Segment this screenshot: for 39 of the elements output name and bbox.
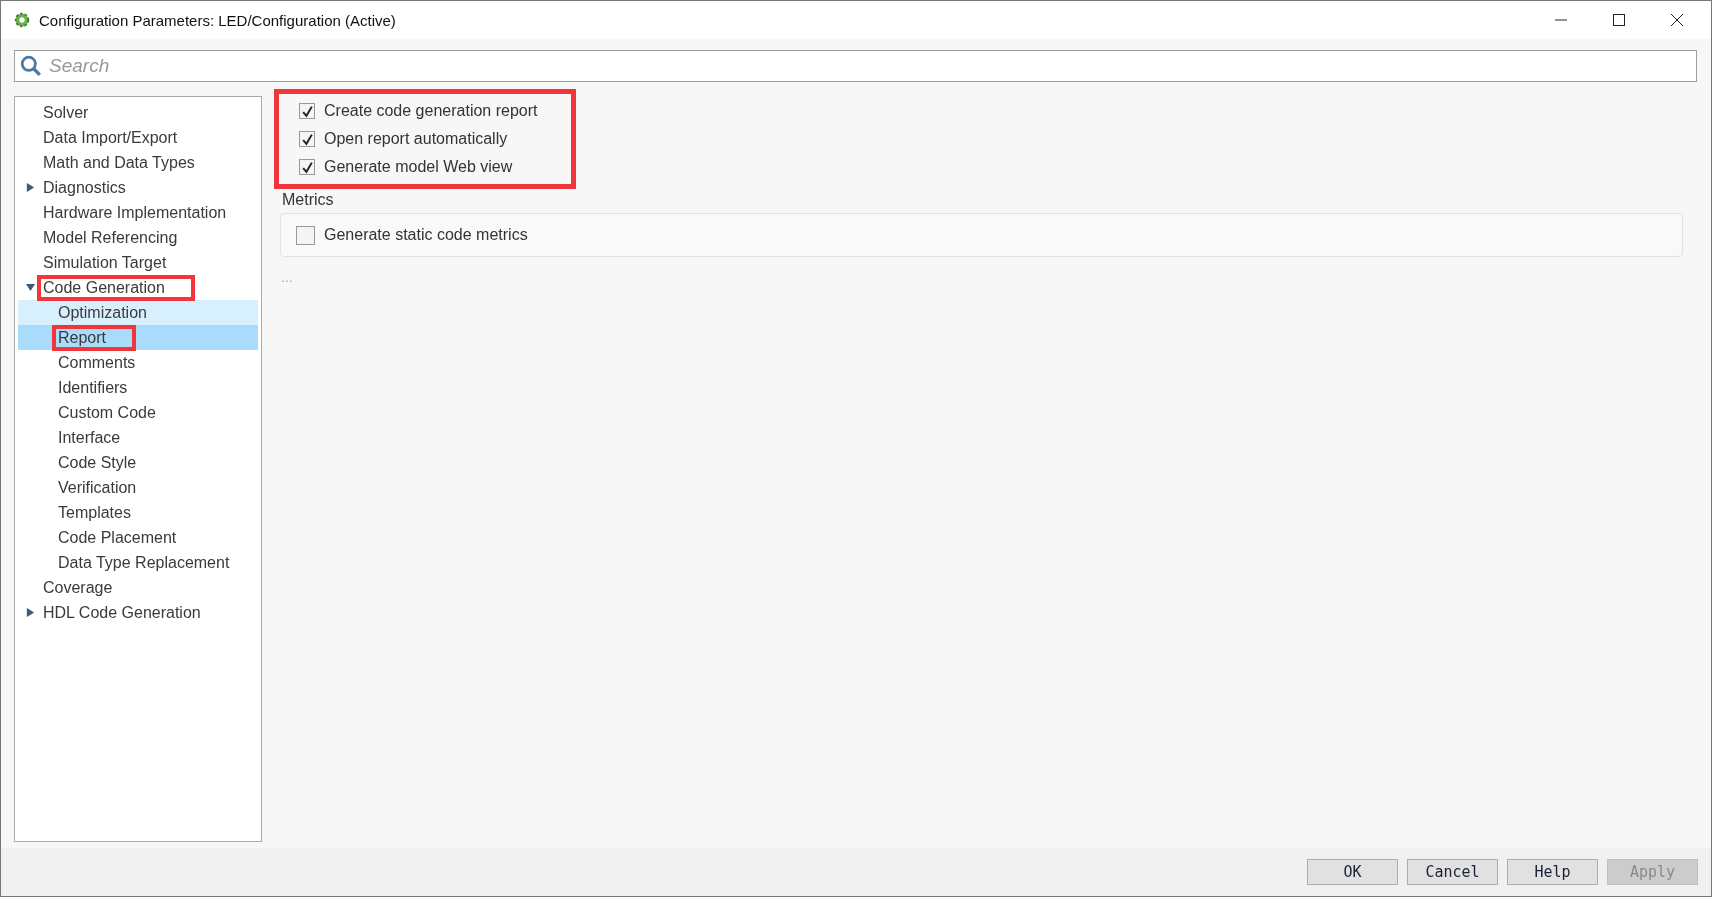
tree-item[interactable]: Hardware Implementation <box>18 200 258 225</box>
tree-item[interactable]: Simulation Target <box>18 250 258 275</box>
checkbox[interactable]: Open report automatically <box>299 130 538 148</box>
collapsed-triangle-icon[interactable] <box>26 183 35 192</box>
search-field[interactable]: Search <box>14 50 1697 82</box>
tree-item[interactable]: Math and Data Types <box>18 150 258 175</box>
check-icon <box>300 132 314 146</box>
window-title: Configuration Parameters: LED/Configuration (Active) <box>39 11 396 29</box>
gear-icon <box>13 11 31 29</box>
maximize-icon[interactable] <box>1613 14 1625 26</box>
checkbox[interactable]: Create code generation report <box>299 102 538 120</box>
tree-item[interactable]: Identifiers <box>18 375 258 400</box>
tree-item[interactable]: Model Referencing <box>18 225 258 250</box>
tree-item[interactable]: Solver <box>18 100 258 125</box>
tree-item[interactable]: Interface <box>18 425 258 450</box>
check-icon <box>300 160 314 174</box>
tree-item[interactable]: HDL Code Generation <box>18 600 258 625</box>
checkbox[interactable]: Generate model Web view <box>299 158 538 176</box>
tree-item[interactable]: Coverage <box>18 575 258 600</box>
tree-item[interactable]: Code Style <box>18 450 258 475</box>
dialog-button[interactable]: Cancel <box>1407 859 1498 885</box>
tree-item[interactable]: Optimization <box>18 300 258 325</box>
tree-item[interactable]: Code Placement <box>18 525 258 550</box>
checkbox[interactable]: Generate static code metrics <box>296 225 528 245</box>
close-icon[interactable] <box>1671 14 1683 26</box>
collapsed-triangle-icon[interactable] <box>26 608 35 617</box>
tree-item[interactable]: Verification <box>18 475 258 500</box>
group-title: Metrics <box>282 191 335 209</box>
tree-item[interactable]: Templates <box>18 500 258 525</box>
tree-item[interactable]: Custom Code <box>18 400 258 425</box>
tree-item[interactable]: Data Type Replacement <box>18 550 258 575</box>
check-icon <box>300 104 314 118</box>
tree-item[interactable]: Report <box>18 325 258 350</box>
tree-item[interactable]: Data Import/Export <box>18 125 258 150</box>
dialog-button[interactable]: Help <box>1507 859 1598 885</box>
expanded-triangle-icon[interactable] <box>26 283 35 292</box>
dialog-button[interactable]: OK <box>1307 859 1398 885</box>
tree-item[interactable]: Comments <box>18 350 258 375</box>
tree-item[interactable]: Diagnostics <box>18 175 258 200</box>
